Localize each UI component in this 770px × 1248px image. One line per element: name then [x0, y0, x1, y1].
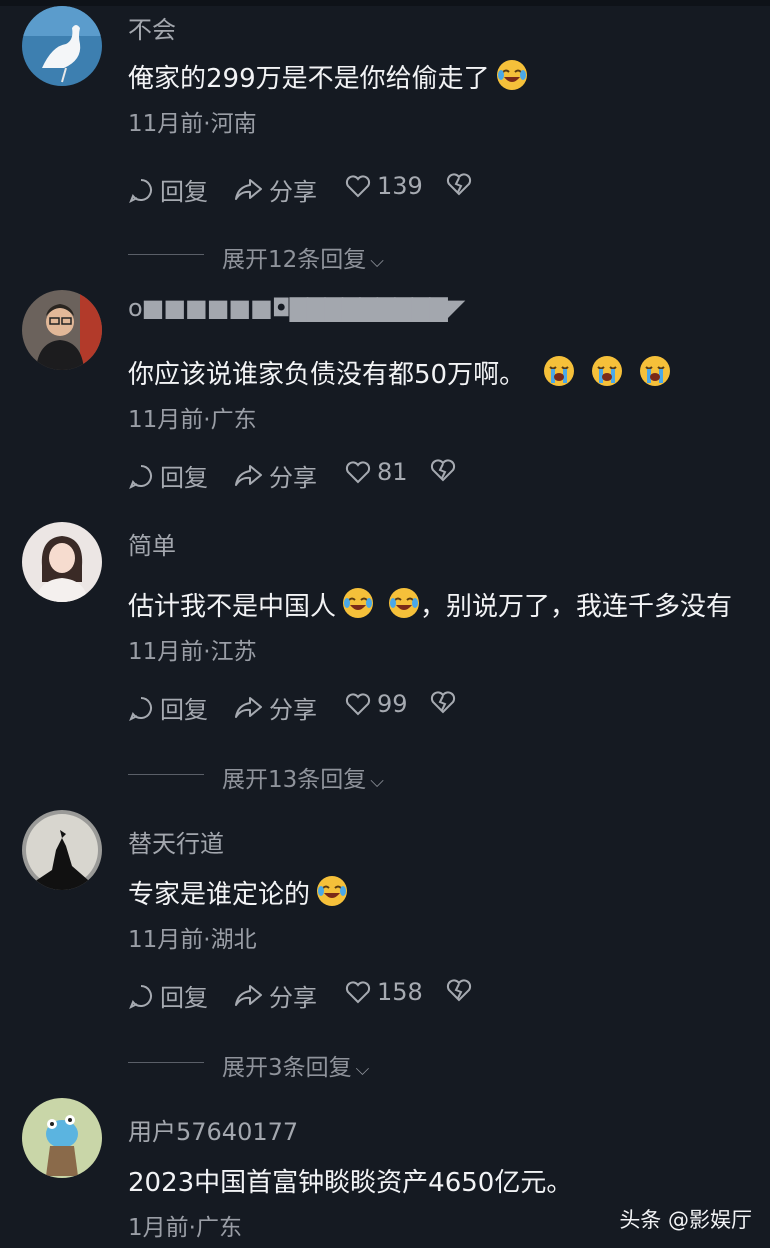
laughing-tears-emoji — [388, 587, 420, 626]
avatar[interactable] — [22, 290, 102, 370]
dislike-button[interactable] — [446, 978, 478, 1002]
chevron-down-icon: ⌵ — [370, 771, 384, 792]
crying-emoji — [591, 355, 623, 394]
comment-text: 估计我不是中国人 ，别说万了，我连千多没有 — [128, 586, 732, 626]
avatar[interactable] — [22, 1098, 102, 1178]
like-button[interactable]: 158 — [345, 978, 423, 1006]
username[interactable]: 用户57640177 — [128, 1112, 298, 1147]
share-icon — [235, 178, 262, 200]
crying-emoji — [639, 355, 671, 394]
comment-text: 你应该说谁家负债没有都50万啊。 — [128, 354, 671, 394]
share-icon — [235, 696, 262, 718]
avatar[interactable] — [22, 6, 102, 86]
comment-actions: 回复 分享 139 — [128, 172, 628, 208]
broken-heart-icon — [430, 691, 456, 714]
like-button[interactable]: 81 — [345, 458, 408, 486]
username[interactable]: 不会 — [128, 10, 176, 45]
comment-text: 2023中国首富钟睒睒资产4650亿元。 — [128, 1168, 573, 1198]
watermark: 头条 @影娱厅 — [619, 1208, 752, 1232]
like-count: 99 — [377, 690, 408, 718]
expand-replies-label: 展开12条回复 ⌵ — [222, 247, 384, 273]
comment-meta: 1月前·广东 — [128, 1215, 242, 1241]
username[interactable]: 简单 — [128, 526, 176, 561]
chevron-down-icon: ⌵ — [355, 1059, 370, 1080]
avatar[interactable] — [22, 522, 102, 602]
expand-replies-label: 展开3条回复 ⌵ — [222, 1055, 370, 1081]
comment-text: 俺家的299万是不是你给偷走了 — [128, 58, 528, 98]
comment-actions: 回复 分享 158 — [128, 978, 628, 1014]
share-icon — [235, 984, 262, 1006]
share-button[interactable]: 分享 — [233, 172, 317, 207]
comment-item: o■■■■■■◘▇▇▇▇▇▇▇▇▇◤ 你应该说谁家负债没有都50万啊。 11月前… — [0, 290, 770, 510]
share-button[interactable]: 分享 — [233, 978, 317, 1013]
laughing-tears-emoji — [496, 59, 528, 98]
share-button[interactable]: 分享 — [233, 458, 317, 493]
expand-replies-label: 展开13条回复 ⌵ — [222, 767, 384, 793]
broken-heart-icon — [446, 979, 472, 1002]
broken-heart-icon — [446, 173, 472, 196]
reply-icon — [129, 696, 152, 721]
chevron-down-icon: ⌵ — [370, 251, 384, 272]
comment-item: 替天行道 专家是谁定论的 11月前·湖北 回复 分享 158 展开3条回复 ⌵ — [0, 810, 770, 1082]
reply-icon — [129, 464, 152, 489]
heart-icon — [345, 693, 371, 716]
heart-icon — [345, 461, 371, 484]
share-button[interactable]: 分享 — [233, 690, 317, 725]
share-icon — [235, 464, 262, 486]
comment-item: 简单 估计我不是中国人 ，别说万了，我连千多没有 11月前·江苏 回复 分享 99… — [0, 522, 770, 794]
comment-meta: 11月前·江苏 — [128, 639, 257, 665]
like-count: 158 — [377, 978, 423, 1006]
dislike-button[interactable] — [446, 172, 478, 196]
reply-button[interactable]: 回复 — [128, 458, 208, 493]
comment-actions: 回复 分享 81 — [128, 458, 628, 494]
comment-item: 不会 俺家的299万是不是你给偷走了 11月前·河南 回复 分享 139 展开1… — [0, 6, 770, 276]
comment-meta: 11月前·湖北 — [128, 927, 257, 953]
divider-line — [128, 774, 204, 775]
laughing-tears-emoji — [316, 875, 348, 914]
reply-button[interactable]: 回复 — [128, 690, 208, 725]
heart-icon — [345, 981, 371, 1004]
reply-icon — [129, 984, 152, 1009]
like-button[interactable]: 99 — [345, 690, 408, 718]
expand-replies-button[interactable]: 展开3条回复 ⌵ — [128, 1048, 528, 1081]
broken-heart-icon — [430, 459, 456, 482]
reply-icon — [129, 178, 152, 203]
dislike-button[interactable] — [430, 458, 462, 482]
like-count: 81 — [377, 458, 408, 486]
crying-emoji — [543, 355, 575, 394]
divider-line — [128, 1062, 204, 1063]
like-count: 139 — [377, 172, 423, 200]
reply-button[interactable]: 回复 — [128, 172, 208, 207]
expand-replies-button[interactable]: 展开12条回复 ⌵ — [128, 240, 528, 273]
expand-replies-button[interactable]: 展开13条回复 ⌵ — [128, 760, 528, 793]
reply-button[interactable]: 回复 — [128, 978, 208, 1013]
laughing-tears-emoji — [342, 587, 374, 626]
heart-icon — [345, 175, 371, 198]
comment-meta: 11月前·广东 — [128, 407, 257, 433]
username[interactable]: o■■■■■■◘▇▇▇▇▇▇▇▇▇◤ — [128, 294, 465, 322]
like-button[interactable]: 139 — [345, 172, 423, 200]
username[interactable]: 替天行道 — [128, 824, 224, 859]
dislike-button[interactable] — [430, 690, 462, 714]
comment-meta: 11月前·河南 — [128, 111, 257, 137]
comment-actions: 回复 分享 99 — [128, 690, 628, 726]
comment-text: 专家是谁定论的 — [128, 874, 348, 914]
divider-line — [128, 254, 204, 255]
avatar[interactable] — [22, 810, 102, 890]
